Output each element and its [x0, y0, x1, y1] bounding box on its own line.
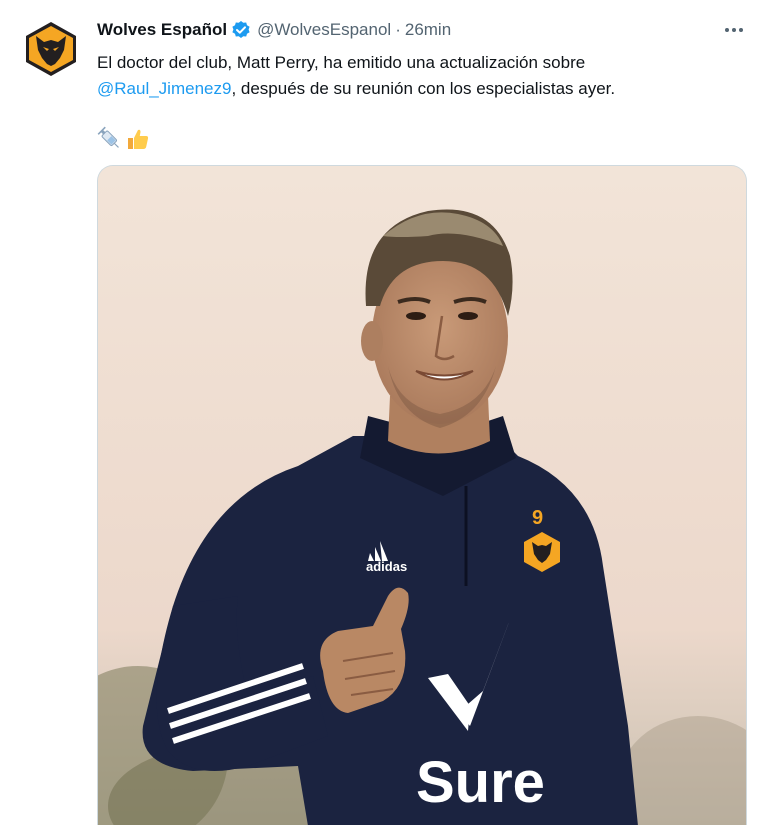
kit-brand-text: adidas — [366, 559, 407, 574]
dot-icon — [725, 28, 729, 32]
thumbs-up-emoji-icon — [128, 129, 149, 149]
tweet-media-image[interactable]: adidas 9 Sure — [97, 165, 747, 825]
sponsor-text: Sure — [416, 750, 545, 815]
emoji-line — [97, 125, 151, 153]
verified-badge-icon — [231, 20, 251, 40]
wolves-crest-icon — [26, 22, 76, 76]
player-photo: adidas 9 Sure — [98, 166, 746, 825]
syringe-emoji-icon — [97, 126, 119, 148]
tweet-text: El doctor del club, Matt Perry, ha emiti… — [97, 50, 747, 102]
tweet-header: Wolves Español @WolvesEspanol · 26min — [97, 18, 451, 42]
avatar[interactable] — [22, 20, 80, 78]
tweet-text-part: , después de su reunión con los especial… — [231, 79, 616, 98]
dot-icon — [739, 28, 743, 32]
shirt-number-text: 9 — [532, 507, 543, 529]
dot-icon — [732, 28, 736, 32]
mention-link[interactable]: @Raul_Jimenez9 — [97, 79, 231, 98]
tweet-card[interactable]: Wolves Español @WolvesEspanol · 26min El… — [0, 0, 768, 825]
display-name[interactable]: Wolves Español — [97, 20, 227, 40]
separator: · — [395, 20, 401, 39]
tweet-text-part: El doctor del club, Matt Perry, ha emiti… — [97, 53, 586, 72]
timestamp[interactable]: 26min — [405, 20, 451, 40]
handle[interactable]: @WolvesEspanol — [257, 20, 391, 40]
more-options-button[interactable] — [722, 18, 746, 42]
